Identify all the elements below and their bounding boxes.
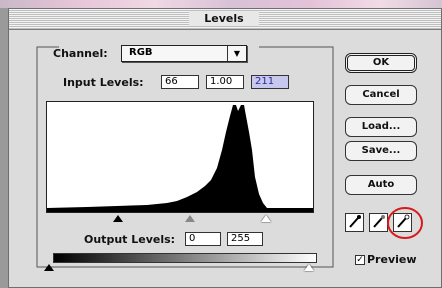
output-white-slider[interactable]: [304, 264, 314, 271]
eyedropper-black-icon[interactable]: [345, 213, 364, 232]
output-levels-label: Output Levels:: [84, 233, 176, 246]
cancel-button[interactable]: Cancel: [345, 85, 417, 105]
auto-button[interactable]: Auto: [345, 175, 417, 195]
red-annotation-circle: [387, 207, 423, 239]
histogram: [46, 101, 314, 213]
save-button[interactable]: Save...: [345, 141, 417, 161]
chevron-down-icon: ▼: [227, 46, 246, 61]
input-white-field[interactable]: 211: [251, 75, 289, 89]
channel-label: Channel:: [53, 47, 108, 60]
output-black-field[interactable]: 0: [185, 232, 221, 246]
input-black-slider[interactable]: [113, 215, 123, 222]
histogram-graph: [47, 105, 313, 212]
load-button[interactable]: Load...: [345, 117, 417, 137]
ok-button[interactable]: OK: [345, 53, 417, 73]
histogram-shape: [47, 105, 313, 212]
levels-dialog: Levels Channel: RGB ▼ Input Levels: 66 1…: [8, 8, 442, 288]
input-levels-label: Input Levels:: [63, 76, 144, 89]
output-gradient-bar: [53, 253, 317, 263]
eyedropper-black-glyph: [349, 215, 361, 228]
input-white-slider[interactable]: [261, 215, 271, 222]
input-black-field[interactable]: 66: [161, 75, 199, 89]
output-white-field[interactable]: 255: [227, 232, 263, 246]
channel-dropdown[interactable]: RGB ▼: [121, 45, 247, 62]
preview-checkbox[interactable]: ✓: [355, 255, 365, 265]
left-edge: [0, 8, 8, 288]
preview-label: Preview: [367, 253, 417, 266]
input-gamma-field[interactable]: 1.00: [206, 75, 244, 89]
top-strip: [0, 0, 442, 8]
input-gray-slider[interactable]: [185, 215, 195, 222]
output-black-slider[interactable]: [44, 264, 54, 271]
channel-value: RGB: [129, 47, 153, 58]
